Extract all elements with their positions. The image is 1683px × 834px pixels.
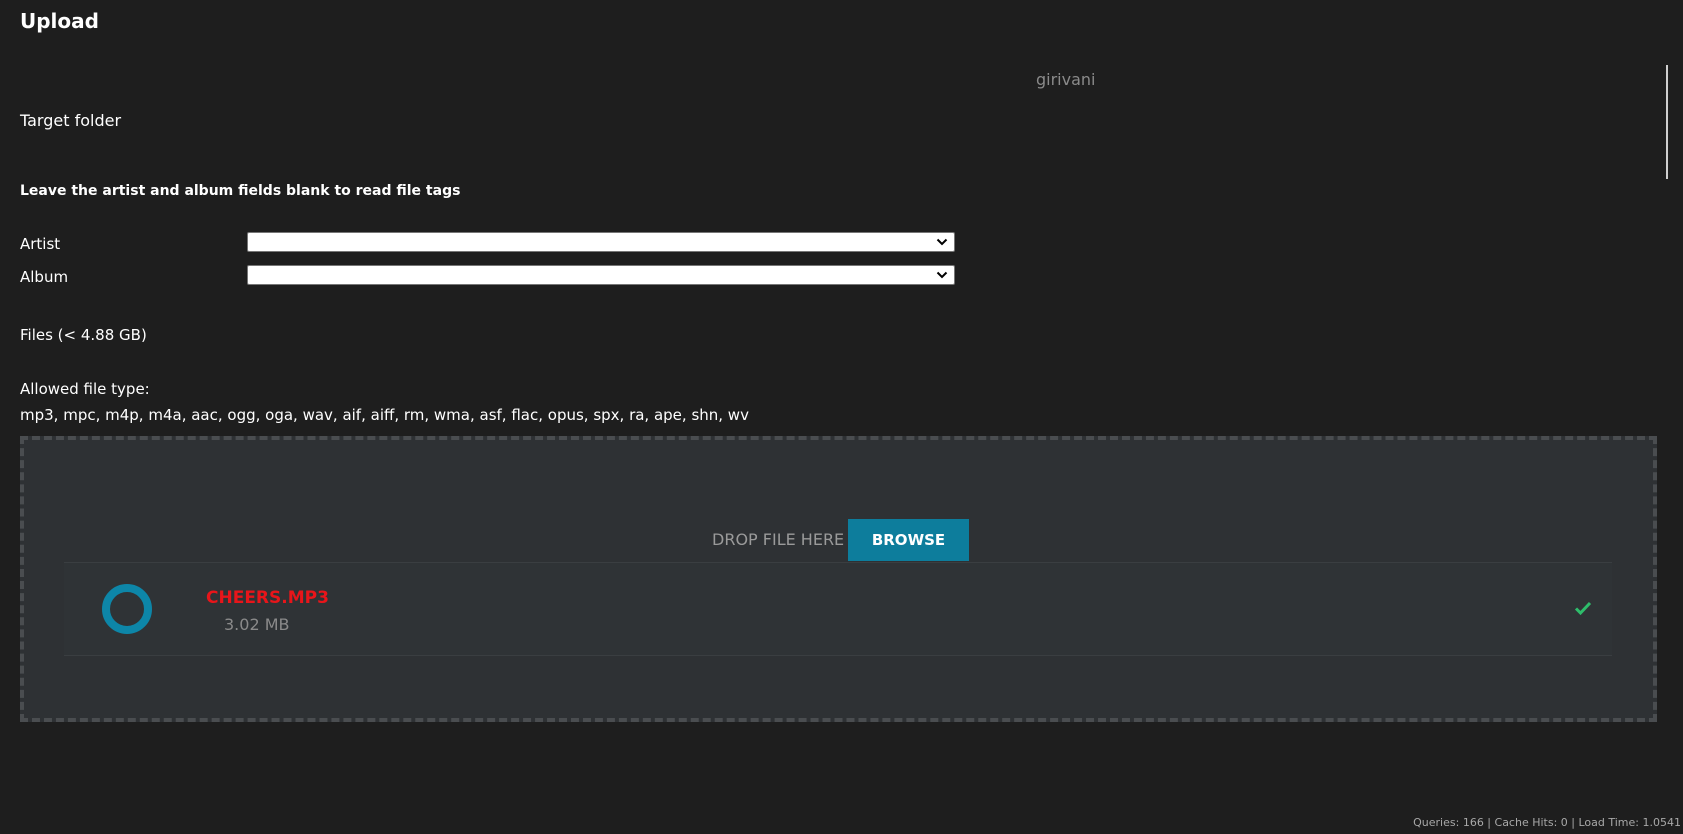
allowed-types-label: Allowed file type: xyxy=(20,380,150,398)
uploaded-file-name: CHEERS.MP3 xyxy=(206,588,329,608)
target-folder-label: Target folder xyxy=(20,111,122,130)
allowed-types-list: mp3, mpc, m4p, m4a, aac, ogg, oga, wav, … xyxy=(20,406,749,424)
artist-label: Artist xyxy=(20,235,61,253)
page-title: Upload xyxy=(20,9,99,33)
drop-file-text: DROP FILE HERE xyxy=(712,530,845,549)
browse-button[interactable]: BROWSE xyxy=(848,519,969,561)
artist-select[interactable] xyxy=(247,232,955,252)
chevron-down-icon xyxy=(936,238,948,246)
upload-page: Upload girivani Target folder Leave the … xyxy=(0,0,1683,834)
chevron-down-icon xyxy=(936,271,948,279)
uploaded-file-size: 3.02 MB xyxy=(224,615,290,634)
check-icon xyxy=(1574,601,1592,616)
footer-stats: Queries: 166 | Cache Hits: 0 | Load Time… xyxy=(1413,816,1681,829)
file-dropzone[interactable]: DROP FILE HERE BROWSE CHEERS.MP3 3.02 MB xyxy=(20,436,1657,722)
album-label: Album xyxy=(20,268,69,286)
progress-ring-icon xyxy=(102,584,152,634)
target-folder-value[interactable]: girivani xyxy=(1036,70,1095,89)
files-size-label: Files (< 4.88 GB) xyxy=(20,326,147,344)
album-select[interactable] xyxy=(247,265,955,285)
tags-hint: Leave the artist and album fields blank … xyxy=(20,183,461,199)
uploaded-file-row: CHEERS.MP3 3.02 MB xyxy=(64,562,1612,656)
folder-list-scrollbar[interactable] xyxy=(1666,65,1668,179)
